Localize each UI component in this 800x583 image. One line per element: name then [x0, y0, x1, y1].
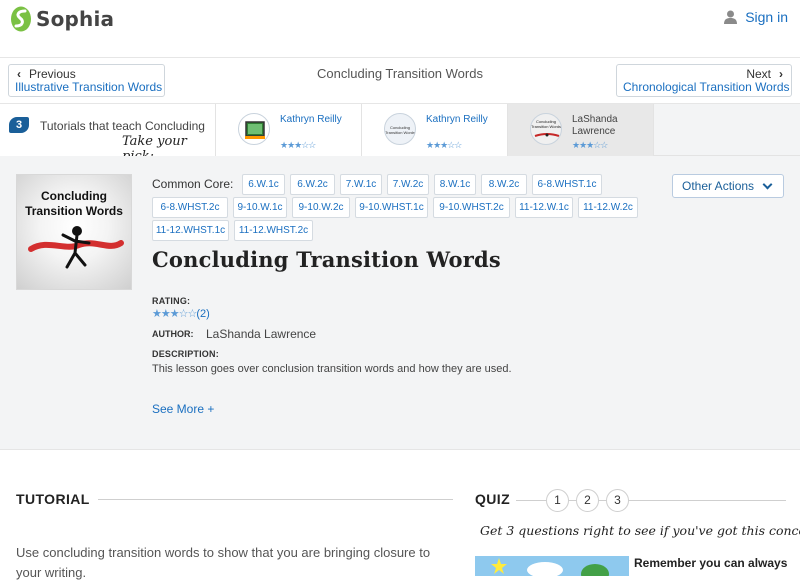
lesson-nav: Previous Illustrative Transition Words C…	[0, 58, 800, 104]
quiz-tagline: Get 3 questions right to see if you've g…	[480, 523, 800, 538]
other-actions-dropdown[interactable]: Other Actions	[672, 174, 784, 198]
tutorial-count-badge: 3	[9, 117, 29, 133]
quiz-question-1[interactable]: 1	[546, 489, 569, 512]
standard-tag[interactable]: 9-10.W.1c	[233, 197, 287, 218]
quiz-image	[475, 556, 629, 576]
take-your-pick: Take your pick:	[122, 134, 187, 156]
standard-tag[interactable]: 8.W.1c	[434, 174, 476, 195]
tutorial-author: Kathryn Reilly	[426, 114, 488, 125]
lesson-title: Concluding Transition Words	[152, 247, 501, 272]
tutorial-text: Use concluding transition words to show …	[16, 545, 431, 580]
sign-in-label: Sign in	[745, 9, 788, 25]
common-core-label: Common Core:	[152, 177, 234, 191]
tutorials-label: Tutorials that teach Concluding	[40, 119, 205, 133]
tutorial-rating: ★★★☆☆	[426, 140, 462, 150]
rating-count: (2)	[196, 308, 210, 320]
tutorial-thumbnail: Concluding Transition Words	[384, 113, 416, 145]
user-icon	[724, 10, 738, 24]
standard-tag[interactable]: 11-12.WHST.1c	[152, 220, 229, 241]
standard-tag[interactable]: 6.W.1c	[242, 174, 285, 195]
lesson-cover-image: Concluding Transition Words	[16, 174, 132, 290]
sign-in-link[interactable]: Sign in	[724, 9, 788, 25]
cover-title-line2: Transition Words	[25, 204, 123, 218]
quiz-note: Remember you can always	[634, 556, 788, 570]
lesson-details: Concluding Transition Words Common Core:…	[0, 156, 800, 450]
standard-tag[interactable]: 11-12.WHST.2c	[234, 220, 313, 241]
quiz-heading: QUIZ	[475, 491, 511, 507]
standard-tag[interactable]: 9-10.WHST.1c	[355, 197, 428, 218]
standard-tag[interactable]: 6.W.2c	[290, 174, 335, 195]
standard-tag[interactable]: 6-8.WHST.1c	[532, 174, 602, 195]
tutorial-thumbnail-text: Concluding Transition Words	[531, 119, 562, 129]
tutorial-thumbnail	[238, 113, 270, 145]
see-more-link[interactable]: See More +	[152, 402, 214, 416]
standard-tag[interactable]: 7.W.2c	[387, 174, 429, 195]
tutorial-author: LaShanda Lawrence	[572, 114, 618, 137]
next-button[interactable]: Next Chronological Transition Words	[616, 64, 792, 97]
standard-tag[interactable]: 8.W.2c	[481, 174, 527, 195]
next-title: Chronological Transition Words	[623, 80, 790, 94]
previous-title: Illustrative Transition Words	[15, 80, 163, 94]
tutorial-rating: ★★★☆☆	[280, 140, 316, 150]
tutorials-intro: 3 Tutorials that teach Concluding Take y…	[0, 104, 216, 156]
rating-stars-icon: ★★★☆☆	[152, 308, 197, 320]
author-label: AUTHOR:	[152, 329, 194, 339]
tutorials-strip: 3 Tutorials that teach Concluding Take y…	[0, 104, 800, 156]
previous-button[interactable]: Previous Illustrative Transition Words	[8, 64, 165, 97]
tutorial-rating: ★★★☆☆	[572, 140, 608, 150]
rating-label: RATING:	[152, 296, 191, 306]
tutorial-card[interactable]: Concluding Transition Words Kathryn Reil…	[362, 104, 508, 156]
quiz-question-3[interactable]: 3	[606, 489, 629, 512]
finish-line-runner-icon	[28, 226, 124, 269]
cover-title-line1: Concluding	[41, 189, 107, 203]
standard-tag[interactable]: 6-8.WHST.2c	[152, 197, 228, 218]
tutorial-thumbnail: Concluding Transition Words	[530, 113, 562, 145]
rating[interactable]: ★★★☆☆(2)	[152, 307, 210, 320]
top-bar: Sophia Sign in	[0, 0, 800, 58]
standard-tag[interactable]: 11-12.W.2c	[578, 197, 638, 218]
sophia-logo[interactable]: Sophia	[10, 6, 114, 32]
quiz-question-2[interactable]: 2	[576, 489, 599, 512]
tutorial-author: Kathryn Reilly	[280, 114, 342, 125]
divider	[98, 499, 453, 500]
standard-tag[interactable]: 7.W.1c	[340, 174, 382, 195]
logo-text: Sophia	[36, 7, 115, 31]
tutorial-heading: TUTORIAL	[16, 491, 90, 507]
description-label: DESCRIPTION:	[152, 349, 219, 359]
standard-tag[interactable]: 11-12.W.1c	[515, 197, 573, 218]
sophia-logo-icon	[10, 6, 32, 32]
standard-tag[interactable]: 9-10.W.2c	[292, 197, 350, 218]
standard-tag[interactable]: 9-10.WHST.2c	[433, 197, 510, 218]
description-text: This lesson goes over conclusion transit…	[152, 363, 512, 375]
tutorial-card[interactable]: Kathryn Reilly ★★★☆☆	[216, 104, 362, 156]
tutorial-card-selected[interactable]: Concluding Transition Words LaShanda Law…	[508, 104, 654, 156]
author-name: LaShanda Lawrence	[206, 327, 317, 341]
tutorial-thumbnail-text: Concluding Transition Words	[385, 125, 416, 135]
